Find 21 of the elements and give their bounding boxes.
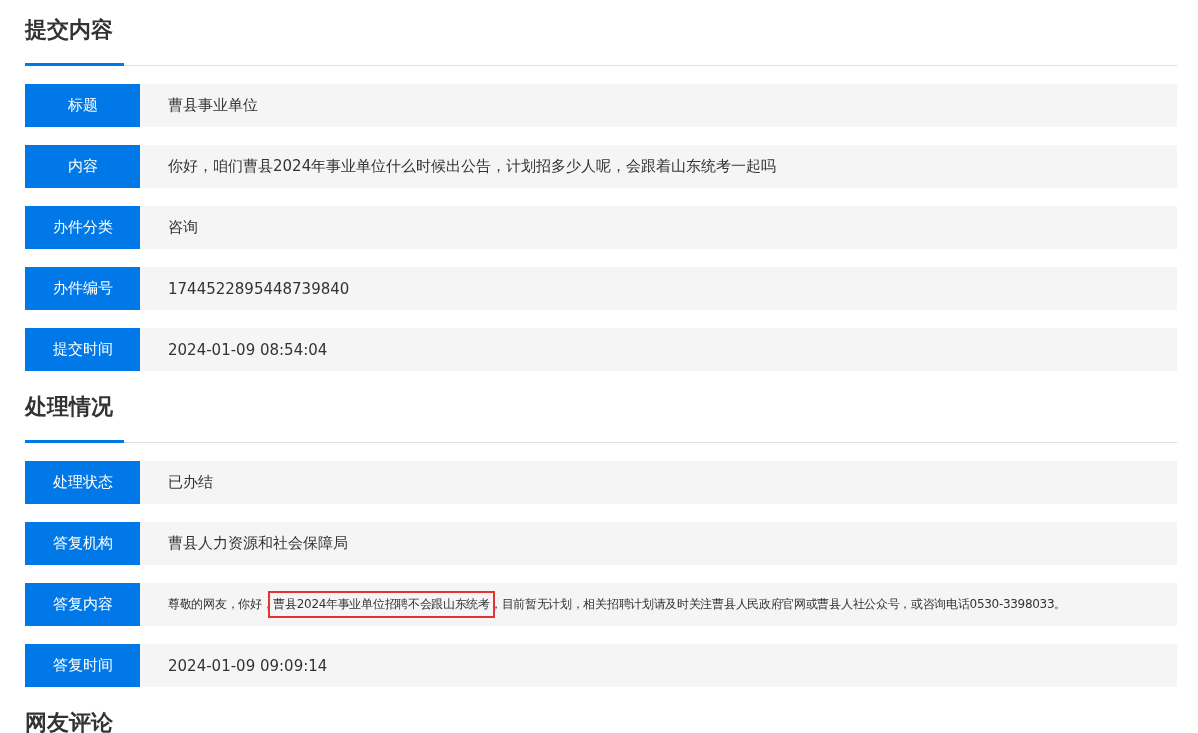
field-label: 内容 bbox=[25, 145, 140, 188]
field-label: 办件分类 bbox=[25, 206, 140, 249]
field-label: 答复机构 bbox=[25, 522, 140, 565]
section-heading: 网友评论 bbox=[25, 709, 114, 733]
field-label: 提交时间 bbox=[25, 328, 140, 371]
field-label: 处理状态 bbox=[25, 461, 140, 504]
field-value: 尊敬的网友，你好，曹县2024年事业单位招聘不会跟山东统考，目前暂无计划，相关招聘计划请及时关注曹县人民政府官网或曹县人社公众号，或咨询电话0530-3398033。 bbox=[140, 583, 1066, 626]
field-value: 2024-01-09 09:09:14 bbox=[167, 655, 328, 677]
field-value: 曹县人力资源和社会保障局 bbox=[167, 533, 348, 554]
field-label: 标题 bbox=[25, 84, 140, 127]
section-heading: 提交内容 bbox=[25, 16, 114, 44]
field-value: 1744522895448739840 bbox=[167, 278, 350, 300]
field-label: 答复时间 bbox=[25, 644, 140, 687]
field-label: 办件编号 bbox=[25, 267, 140, 310]
field-value: 已办结 bbox=[167, 472, 213, 493]
section-heading: 处理情况 bbox=[25, 393, 114, 421]
field-value: 咨询 bbox=[167, 217, 198, 238]
field-label: 答复内容 bbox=[25, 583, 140, 626]
field-value: 曹县事业单位 bbox=[167, 95, 258, 116]
field-value: 2024-01-09 08:54:04 bbox=[167, 339, 328, 361]
field-value: 你好，咱们曹县2024年事业单位什么时候出公告，计划招多少人呢，会跟着山东统考一起吗 bbox=[167, 156, 777, 177]
